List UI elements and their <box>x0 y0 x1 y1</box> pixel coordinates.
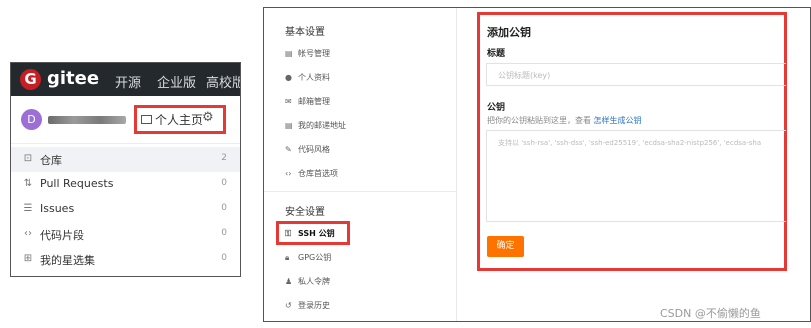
brand-name[interactable]: gitee <box>47 68 99 89</box>
pull-request-icon: ⇅ <box>23 178 33 189</box>
gitee-dashboard-panel: G gitee 开源 企业版 高校版 D 个人主页 ⚙ ⊡ 仓库 2 ⇅ Pull Re… <box>10 62 241 277</box>
menu-item[interactable]: ⇅ Pull Requests 0 <box>11 172 240 197</box>
sidebar-divider <box>264 191 457 192</box>
sidebar-item[interactable]: ✉ 邮箱管理 <box>285 96 330 107</box>
sidebar-item[interactable]: ● 个人资料 <box>285 72 330 83</box>
sidebar-item-label: 登录历史 <box>298 301 330 310</box>
sidebar-item-label: 仓库首选项 <box>298 169 338 178</box>
menu-item[interactable]: ⊡ 仓库 2 <box>11 147 240 172</box>
lock-icon: 🔒︎ <box>285 253 290 262</box>
menu-item-count: 2 <box>221 153 227 163</box>
issues-icon: ☰ <box>23 203 33 214</box>
sidebar-item[interactable]: ▤ 我的邮递地址 <box>285 120 346 131</box>
person-icon: ● <box>285 73 292 82</box>
avatar[interactable]: D <box>21 109 42 130</box>
menu-item-count: 0 <box>221 228 227 238</box>
sidebar-item-label: 私人令牌 <box>298 277 330 286</box>
menu-item-count: 0 <box>221 203 227 213</box>
sidebar-item[interactable]: ‹› 仓库首选项 <box>285 168 338 179</box>
homepage-link[interactable]: 个人主页 <box>155 111 203 128</box>
settings-sidebar: 基本设置 ▤ 帐号管理 ● 个人资料 ✉ 邮箱管理 ▤ 我的邮递地址 ✎ 代码风格 ‹› 仓库首选项 … <box>264 8 457 321</box>
menu-item[interactable]: ⊞ 我的星选集 0 <box>11 247 240 272</box>
id-card-icon <box>141 115 152 124</box>
public-key-placeholder: 支持以 'ssh-rsa', 'ssh-dss', 'ssh-ed25519',… <box>498 139 762 147</box>
menu-item-label: 仓库 <box>40 154 62 167</box>
sidebar-item-label: GPG公钥 <box>298 253 332 262</box>
menu-item-count: 0 <box>221 178 227 188</box>
sidebar-item-label: 邮箱管理 <box>298 97 330 106</box>
address-icon: ▤ <box>285 121 293 130</box>
menu-item-count: 0 <box>221 253 227 263</box>
code-icon: ‹› <box>24 228 32 239</box>
sidebar-item[interactable]: ↺ 登录历史 <box>285 300 330 311</box>
sidebar-item[interactable]: ▤ 帐号管理 <box>285 48 330 59</box>
sidebar-item-label: SSH 公钥 <box>298 229 335 238</box>
section-security-settings: 安全设置 <box>285 207 325 218</box>
sidebar-item[interactable]: 🔒︎ GPG公钥 <box>285 252 331 263</box>
top-navbar: G gitee 开源 企业版 高校版 <box>11 63 240 96</box>
sidebar-item-label: 个人资料 <box>298 73 330 82</box>
settings-panel: 基本设置 ▤ 帐号管理 ● 个人资料 ✉ 邮箱管理 ▤ 我的邮递地址 ✎ 代码风格 ‹› 仓库首选项 … <box>263 7 811 322</box>
key-hint-text: 把你的公钥粘贴到这里，查看 <box>487 116 594 125</box>
confirm-button[interactable]: 确定 <box>487 236 524 257</box>
sidebar-item[interactable]: ✎ 代码风格 <box>285 144 330 155</box>
sidebar-item-label: 帐号管理 <box>298 49 330 58</box>
history-icon: ↺ <box>285 301 292 310</box>
id-card-icon: ▤ <box>285 49 293 58</box>
sidebar-item-label: 我的邮递地址 <box>298 121 346 130</box>
sidebar-item[interactable]: ⚿ SSH 公钥 <box>285 228 335 239</box>
star-collection-icon: ⊞ <box>23 253 33 264</box>
token-icon: ♟ <box>285 277 293 286</box>
watermark: CSDN @不偷懒的鱼 <box>660 307 761 320</box>
gear-icon[interactable]: ⚙ <box>202 110 214 125</box>
menu-item-label: 我的星选集 <box>40 254 95 267</box>
form-title: 添加公钥 <box>487 26 531 39</box>
menu-item-label: 代码片段 <box>40 229 84 242</box>
sidebar-item[interactable]: ♟ 私人令牌 <box>285 276 330 287</box>
title-field-label: 标题 <box>487 49 506 59</box>
nav-link-open-source[interactable]: 开源 <box>115 72 141 91</box>
menu-item-label: Pull Requests <box>40 177 114 190</box>
menu-item-label: Issues <box>40 202 75 215</box>
username-redacted <box>48 116 126 124</box>
gitee-logo-icon[interactable]: G <box>20 69 41 90</box>
mail-icon: ✉ <box>285 97 292 106</box>
menu-item[interactable]: ☰ Issues 0 <box>11 197 240 222</box>
code-icon: ‹› <box>285 169 292 178</box>
key-field-label: 公钥 <box>487 103 506 113</box>
key-icon: ⚿ <box>285 229 292 238</box>
sidebar-item-label: 代码风格 <box>298 145 330 154</box>
key-hint: 把你的公钥粘贴到这里，查看 怎样生成公钥 <box>487 115 642 126</box>
brush-icon: ✎ <box>285 145 292 154</box>
nav-link-education[interactable]: 高校版 <box>206 72 240 91</box>
menu-item[interactable]: ‹› 代码片段 0 <box>11 222 240 247</box>
title-input-placeholder: 公钥标题(key) <box>498 71 551 80</box>
section-basic-settings: 基本设置 <box>285 27 325 38</box>
nav-link-enterprise[interactable]: 企业版 <box>157 72 196 91</box>
user-row: D 个人主页 ⚙ <box>11 96 240 144</box>
repo-icon: ⊡ <box>23 153 33 164</box>
how-to-generate-key-link[interactable]: 怎样生成公钥 <box>594 116 642 125</box>
